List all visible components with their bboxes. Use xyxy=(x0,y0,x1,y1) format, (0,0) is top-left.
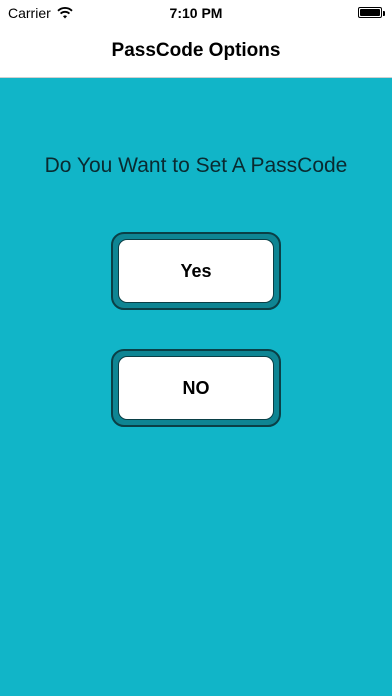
status-bar: Carrier 7:10 PM xyxy=(0,0,392,26)
status-time: 7:10 PM xyxy=(169,5,223,21)
passcode-question: Do You Want to Set A PassCode xyxy=(44,154,348,177)
no-button-label: NO xyxy=(118,356,274,420)
yes-button-label: Yes xyxy=(118,239,274,303)
no-button[interactable]: NO xyxy=(111,349,281,427)
battery-icon xyxy=(358,7,385,18)
yes-button[interactable]: Yes xyxy=(111,232,281,310)
navigation-bar: PassCode Options xyxy=(0,26,392,78)
page-title: PassCode Options xyxy=(111,40,281,61)
